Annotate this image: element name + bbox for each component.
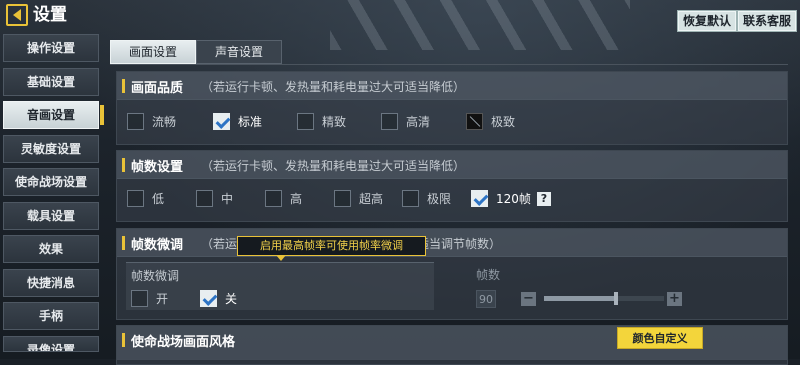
sidebar-item-quick-messages[interactable]: 快捷消息 xyxy=(3,268,99,297)
option-label: 极致 xyxy=(491,115,516,129)
framerate-option-very-high[interactable]: 超高 xyxy=(334,190,383,207)
section-marker xyxy=(122,158,125,172)
checkbox[interactable] xyxy=(402,190,419,207)
fps-minus-button[interactable]: − xyxy=(521,292,536,306)
section-marker xyxy=(122,333,125,347)
option-label: 超高 xyxy=(359,192,384,206)
option-label: 高 xyxy=(290,192,303,206)
quality-option-standard[interactable]: 标准 xyxy=(213,113,262,130)
sidebar-item-sensitivity[interactable]: 灵敏度设置 xyxy=(3,134,99,163)
checkbox[interactable] xyxy=(127,113,144,130)
sidebar-item-audio-video[interactable]: 音画设置 xyxy=(3,101,104,129)
quality-panel: 画面品质 （若运行卡顿、发热量和耗电量过大可适当降低） 流畅 标准 精致 高清 … xyxy=(116,71,788,145)
sidebar-item-gamepad[interactable]: 手柄 xyxy=(3,302,99,330)
checkbox[interactable] xyxy=(265,190,282,207)
sidebar-item-effects[interactable]: 效果 xyxy=(3,235,99,263)
option-label: 高清 xyxy=(406,115,431,129)
finetune-option-off[interactable]: 关 xyxy=(200,290,237,307)
checkbox[interactable] xyxy=(297,113,314,130)
tab-divider xyxy=(110,64,788,65)
background-pattern xyxy=(330,0,630,50)
checkbox[interactable] xyxy=(131,290,148,307)
fps-slider-handle[interactable] xyxy=(614,292,618,305)
tab-sound[interactable]: 声音设置 xyxy=(196,40,282,64)
checkbox[interactable] xyxy=(127,190,144,207)
option-label: 中 xyxy=(221,192,234,206)
tab-display[interactable]: 画面设置 xyxy=(110,40,196,64)
framerate-panel: 帧数设置 （若运行卡顿、发热量和耗电量过大可适当降低） 低 中 高 超高 极限 … xyxy=(116,150,788,222)
option-label: 开 xyxy=(156,292,169,306)
option-label: 标准 xyxy=(238,115,263,129)
framerate-option-medium[interactable]: 中 xyxy=(196,190,233,207)
checkbox[interactable] xyxy=(196,190,213,207)
fps-slider[interactable] xyxy=(544,292,664,305)
sidebar-item-recording[interactable]: 录像设置 xyxy=(3,335,99,352)
framerate-option-low[interactable]: 低 xyxy=(127,190,164,207)
framerate-header: 帧数设置 （若运行卡顿、发热量和耗电量过大可适当降低） xyxy=(117,151,787,179)
checkbox[interactable] xyxy=(381,113,398,130)
option-label: 流畅 xyxy=(152,115,177,129)
sidebar-item-basic[interactable]: 基础设置 xyxy=(3,67,99,96)
framerate-option-extreme[interactable]: 极限 xyxy=(402,190,451,207)
fps-value: 90 xyxy=(476,290,496,308)
framerate-tooltip: 启用最高帧率可使用帧率微调 xyxy=(237,236,426,261)
quality-option-smooth[interactable]: 流畅 xyxy=(127,113,176,130)
framerate-option-120[interactable]: 120帧? xyxy=(471,190,551,207)
section-marker xyxy=(122,236,125,250)
quality-note: （若运行卡顿、发热量和耗电量过大可适当降低） xyxy=(201,80,466,94)
finetune-option-on[interactable]: 开 xyxy=(131,290,168,307)
color-custom-button[interactable]: 颜色自定义 xyxy=(617,327,703,349)
contact-service-button[interactable]: 联系客服 xyxy=(737,10,798,32)
restore-default-button[interactable]: 恢复默认 xyxy=(677,10,738,32)
checkbox[interactable] xyxy=(334,190,351,207)
option-label: 极限 xyxy=(427,192,452,206)
tab-bar: 画面设置 声音设置 xyxy=(110,40,282,64)
framerate-note: （若运行卡顿、发热量和耗电量过大可适当降低） xyxy=(201,159,466,173)
quality-option-ultra[interactable]: 极致 xyxy=(466,113,515,130)
back-arrow-icon[interactable] xyxy=(6,4,28,26)
style-title: 使命战场画面风格 xyxy=(131,335,236,350)
checkbox-checked[interactable] xyxy=(471,190,488,207)
option-label: 低 xyxy=(152,192,165,206)
option-label: 关 xyxy=(225,292,238,306)
quality-header: 画面品质 （若运行卡顿、发热量和耗电量过大可适当降低） xyxy=(117,72,787,100)
option-label: 精致 xyxy=(322,115,347,129)
checkbox-disabled[interactable] xyxy=(466,113,483,130)
help-icon[interactable]: ? xyxy=(536,191,551,206)
section-marker xyxy=(122,79,125,93)
finetune-toggle-label: 帧数微调 xyxy=(131,269,180,283)
fps-plus-button[interactable]: + xyxy=(667,292,682,306)
sidebar: 操作设置 基础设置 音画设置 灵敏度设置 使命战场设置 载具设置 效果 快捷消息… xyxy=(3,34,104,357)
framerate-option-high[interactable]: 高 xyxy=(265,190,302,207)
sidebar-item-vehicle[interactable]: 载具设置 xyxy=(3,201,99,230)
fps-label: 帧数 xyxy=(476,268,501,282)
checkbox-checked[interactable] xyxy=(200,290,217,307)
fps-slider-fill xyxy=(544,296,616,301)
quality-option-hd[interactable]: 高清 xyxy=(381,113,430,130)
framerate-title: 帧数设置 xyxy=(131,160,184,175)
sidebar-item-controls[interactable]: 操作设置 xyxy=(3,34,99,62)
sidebar-item-battlefield[interactable]: 使命战场设置 xyxy=(3,168,99,196)
option-label: 120帧 xyxy=(496,192,531,206)
checkbox-checked[interactable] xyxy=(213,113,230,130)
quality-title: 画面品质 xyxy=(131,81,184,96)
finetune-header: 帧数微调 （若运行卡顿、发热量和耗电量过大时可适当调节帧数） xyxy=(117,229,787,257)
page-title: 设置 xyxy=(33,5,67,25)
finetune-title: 帧数微调 xyxy=(131,238,184,253)
quality-option-fine[interactable]: 精致 xyxy=(297,113,346,130)
